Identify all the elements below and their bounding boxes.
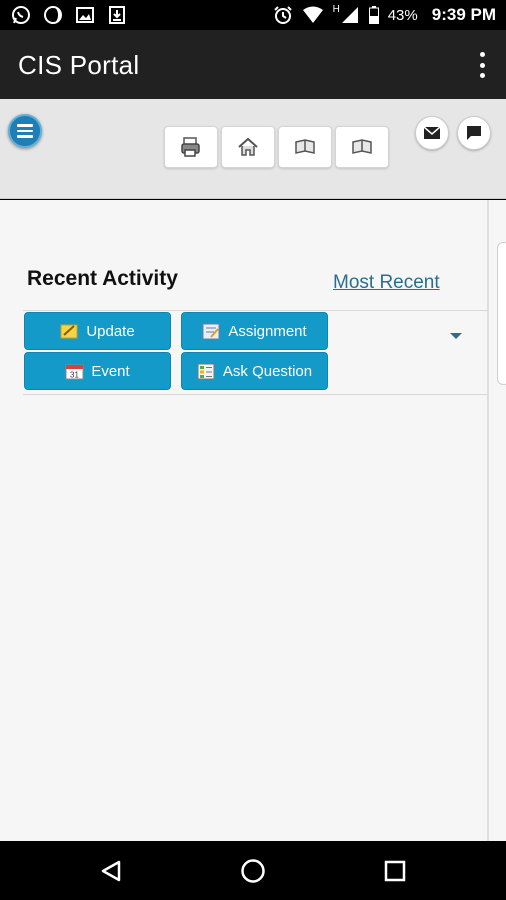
image-icon bbox=[74, 4, 96, 26]
most-recent-link[interactable]: Most Recent bbox=[333, 272, 440, 294]
clock: 9:39 PM bbox=[431, 5, 496, 24]
event-label: Event bbox=[91, 362, 130, 380]
app-title: CIS Portal bbox=[18, 50, 140, 80]
printer-icon bbox=[181, 137, 200, 157]
app-bar: CIS Portal bbox=[0, 30, 506, 99]
system-nav-bar bbox=[0, 841, 506, 900]
ask-question-label: Ask Question bbox=[222, 362, 313, 380]
recents-button[interactable] bbox=[381, 857, 409, 885]
book-icon bbox=[295, 139, 315, 154]
ask-question-button[interactable]: Ask Question bbox=[181, 352, 328, 390]
event-button[interactable]: 31 Event bbox=[24, 352, 171, 390]
hamburger-menu-icon[interactable] bbox=[8, 114, 42, 148]
moon-icon bbox=[42, 4, 64, 26]
chevron-down-icon[interactable] bbox=[450, 333, 462, 339]
battery-icon bbox=[368, 4, 380, 26]
whatsapp-icon bbox=[10, 4, 32, 26]
chat-bubble-icon bbox=[467, 126, 481, 140]
pencil-note-icon bbox=[60, 324, 78, 338]
calendar-icon: 31 bbox=[65, 364, 84, 379]
recents-square-icon bbox=[384, 860, 406, 882]
chat-button[interactable] bbox=[457, 116, 491, 150]
download-icon bbox=[106, 4, 128, 26]
assignment-icon bbox=[202, 323, 220, 339]
alarm-icon bbox=[272, 4, 294, 26]
assignment-label: Assignment bbox=[228, 322, 307, 340]
recent-activity-title: Recent Activity bbox=[27, 267, 178, 290]
assignment-button[interactable]: Assignment bbox=[181, 312, 328, 350]
wifi-icon bbox=[302, 4, 324, 26]
update-button[interactable]: Update bbox=[24, 312, 171, 350]
update-label: Update bbox=[86, 322, 135, 340]
status-bar: H 43% 9:39 PM bbox=[0, 0, 506, 30]
main-content: Recent Activity Most Recent Update Assig… bbox=[0, 200, 506, 841]
divider bbox=[23, 310, 488, 311]
side-drawer-handle[interactable] bbox=[497, 242, 506, 385]
question-list-icon bbox=[197, 363, 215, 379]
book-icon bbox=[352, 139, 372, 154]
home-button[interactable] bbox=[221, 126, 275, 168]
toolbar-button-group bbox=[164, 126, 389, 168]
printer-button[interactable] bbox=[164, 126, 218, 168]
network-type: H bbox=[332, 3, 340, 15]
battery-percent: 43% bbox=[387, 6, 418, 24]
book-button-2[interactable] bbox=[335, 126, 389, 168]
overflow-menu-icon[interactable] bbox=[476, 52, 488, 78]
side-rail bbox=[487, 200, 489, 841]
mail-icon bbox=[423, 126, 441, 139]
divider bbox=[23, 394, 488, 395]
back-triangle-icon bbox=[101, 860, 121, 882]
calendar-day: 31 bbox=[70, 370, 79, 379]
home-nav-button[interactable] bbox=[239, 857, 267, 885]
portal-toolbar bbox=[0, 99, 506, 199]
mail-button[interactable] bbox=[415, 116, 449, 150]
signal-icon: H bbox=[332, 4, 360, 26]
back-button[interactable] bbox=[97, 857, 125, 885]
home-icon bbox=[238, 137, 258, 156]
book-button-1[interactable] bbox=[278, 126, 332, 168]
home-circle-icon bbox=[241, 859, 265, 883]
